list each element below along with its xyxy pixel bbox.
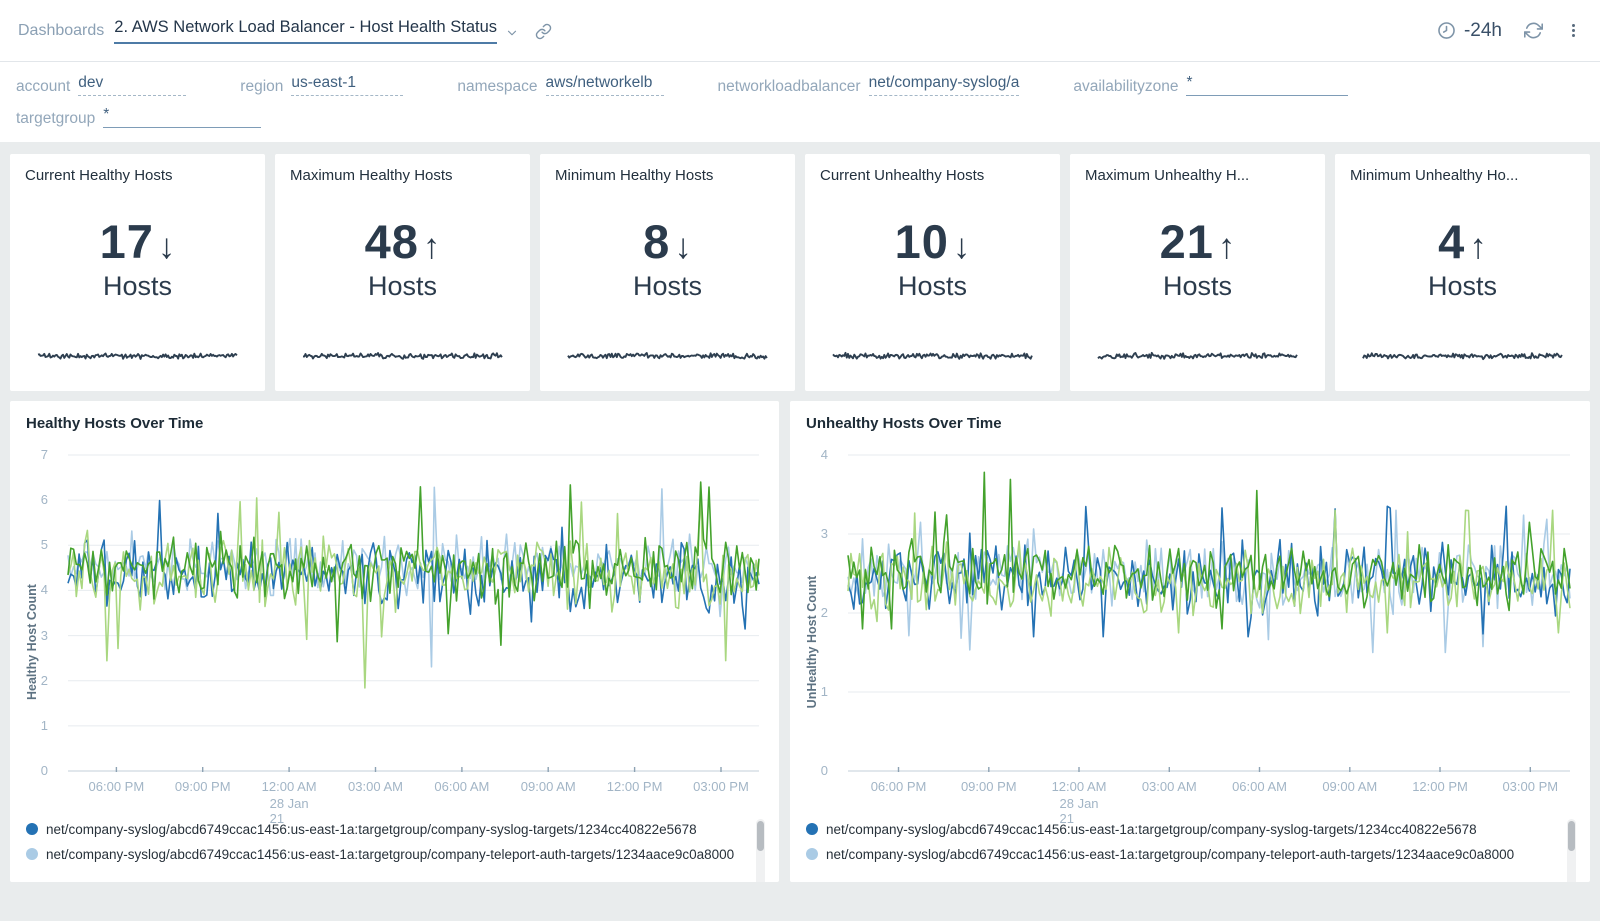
stat-unit: Hosts — [1085, 271, 1310, 302]
stat-value: 48 — [365, 215, 419, 268]
stat-unit: Hosts — [820, 271, 1045, 302]
chart-title: Unhealthy Hosts Over Time — [806, 415, 1002, 432]
legend-item[interactable]: net/company-syslog/abcd6749ccac1456:us-e… — [26, 842, 749, 867]
sparkline — [1098, 349, 1297, 363]
legend-item[interactable]: net/company-syslog/abcd6749ccac1456:us-e… — [806, 817, 1560, 842]
sparkline — [1363, 349, 1562, 363]
stat-card-current-unhealthy: Current Unhealthy Hosts 10↓ Hosts — [805, 154, 1060, 391]
healthy-hosts-chart: Healthy Hosts Over Time Healthy Host Cou… — [10, 401, 779, 882]
trend-down-icon: ↓ — [953, 227, 971, 266]
legend-scrollbar[interactable] — [1567, 819, 1576, 882]
trend-up-icon: ↑ — [1218, 227, 1236, 266]
stat-card-max-unhealthy: Maximum Unhealthy H... 21↑ Hosts — [1070, 154, 1325, 391]
breadcrumb[interactable]: Dashboards — [18, 22, 104, 40]
stat-unit: Hosts — [555, 271, 780, 302]
chart-legend: net/company-syslog/abcd6749ccac1456:us-e… — [806, 817, 1576, 882]
scrollbar-thumb[interactable] — [1568, 821, 1575, 851]
stat-card-row: Current Healthy Hosts 17↓ Hosts Maximum … — [10, 154, 1590, 391]
chart-title: Healthy Hosts Over Time — [26, 415, 203, 432]
dashboard-title[interactable]: 2. AWS Network Load Balancer - Host Heal… — [114, 18, 497, 44]
series-color-dot — [26, 823, 38, 835]
stat-value: 8 — [643, 215, 670, 268]
legend-item[interactable]: net/company-syslog/abcd6749ccac1456:us-e… — [26, 817, 749, 842]
sparkline — [568, 349, 767, 363]
unhealthy-hosts-chart: Unhealthy Hosts Over Time UnHealthy Host… — [790, 401, 1590, 882]
time-range-picker[interactable]: -24h — [1437, 20, 1502, 42]
sparkline — [38, 349, 237, 363]
series-color-dot — [806, 848, 818, 860]
chart-row: Healthy Hosts Over Time Healthy Host Cou… — [10, 401, 1590, 882]
plot-area — [68, 455, 759, 771]
series-color-dot — [26, 848, 38, 860]
chart-legend: net/company-syslog/abcd6749ccac1456:us-e… — [26, 817, 765, 882]
dashboard-content: Current Healthy Hosts 17↓ Hosts Maximum … — [0, 142, 1600, 892]
stat-card-max-healthy: Maximum Healthy Hosts 48↑ Hosts — [275, 154, 530, 391]
scrollbar-thumb[interactable] — [757, 821, 764, 851]
stat-value: 10 — [895, 215, 949, 268]
y-axis-ticks: 01234567 — [10, 455, 58, 771]
stat-card-current-healthy: Current Healthy Hosts 17↓ Hosts — [10, 154, 265, 391]
refresh-icon[interactable] — [1524, 21, 1543, 40]
stat-value: 17 — [100, 215, 154, 268]
stat-unit: Hosts — [290, 271, 515, 302]
stat-unit: Hosts — [25, 271, 250, 302]
trend-up-icon: ↑ — [423, 227, 441, 266]
filter-availabilityzone[interactable]: availabilityzone * — [1073, 74, 1348, 96]
sparkline — [303, 349, 502, 363]
filter-region[interactable]: region us-east-1 — [240, 74, 403, 96]
filter-networkloadbalancer[interactable]: networkloadbalancer net/company-syslog/a — [718, 74, 1020, 96]
link-icon[interactable] — [535, 23, 552, 40]
legend-item[interactable]: net/company-syslog/abcd6749ccac1456:us-e… — [806, 842, 1560, 867]
kebab-menu-icon[interactable] — [1565, 22, 1582, 39]
trend-down-icon: ↓ — [674, 227, 692, 266]
series-color-dot — [806, 823, 818, 835]
filter-targetgroup[interactable]: targetgroup * — [16, 106, 261, 128]
trend-up-icon: ↑ — [1469, 227, 1487, 266]
filter-account[interactable]: account dev — [16, 74, 186, 96]
legend-scrollbar[interactable] — [756, 819, 765, 882]
sparkline — [833, 349, 1032, 363]
stat-value: 21 — [1160, 215, 1214, 268]
filter-bar: account dev region us-east-1 namespace a… — [0, 62, 1600, 142]
clock-icon — [1437, 21, 1456, 40]
filter-namespace[interactable]: namespace aws/networkelb — [457, 74, 663, 96]
time-range-value: -24h — [1464, 20, 1502, 42]
y-axis-ticks: 01234 — [790, 455, 838, 771]
stat-unit: Hosts — [1350, 271, 1575, 302]
stat-card-min-unhealthy: Minimum Unhealthy Ho... 4↑ Hosts — [1335, 154, 1590, 391]
plot-area — [848, 455, 1570, 771]
trend-down-icon: ↓ — [158, 227, 176, 266]
top-bar: Dashboards 2. AWS Network Load Balancer … — [0, 0, 1600, 62]
stat-value: 4 — [1438, 215, 1465, 268]
chevron-down-icon[interactable] — [505, 26, 519, 40]
stat-card-min-healthy: Minimum Healthy Hosts 8↓ Hosts — [540, 154, 795, 391]
